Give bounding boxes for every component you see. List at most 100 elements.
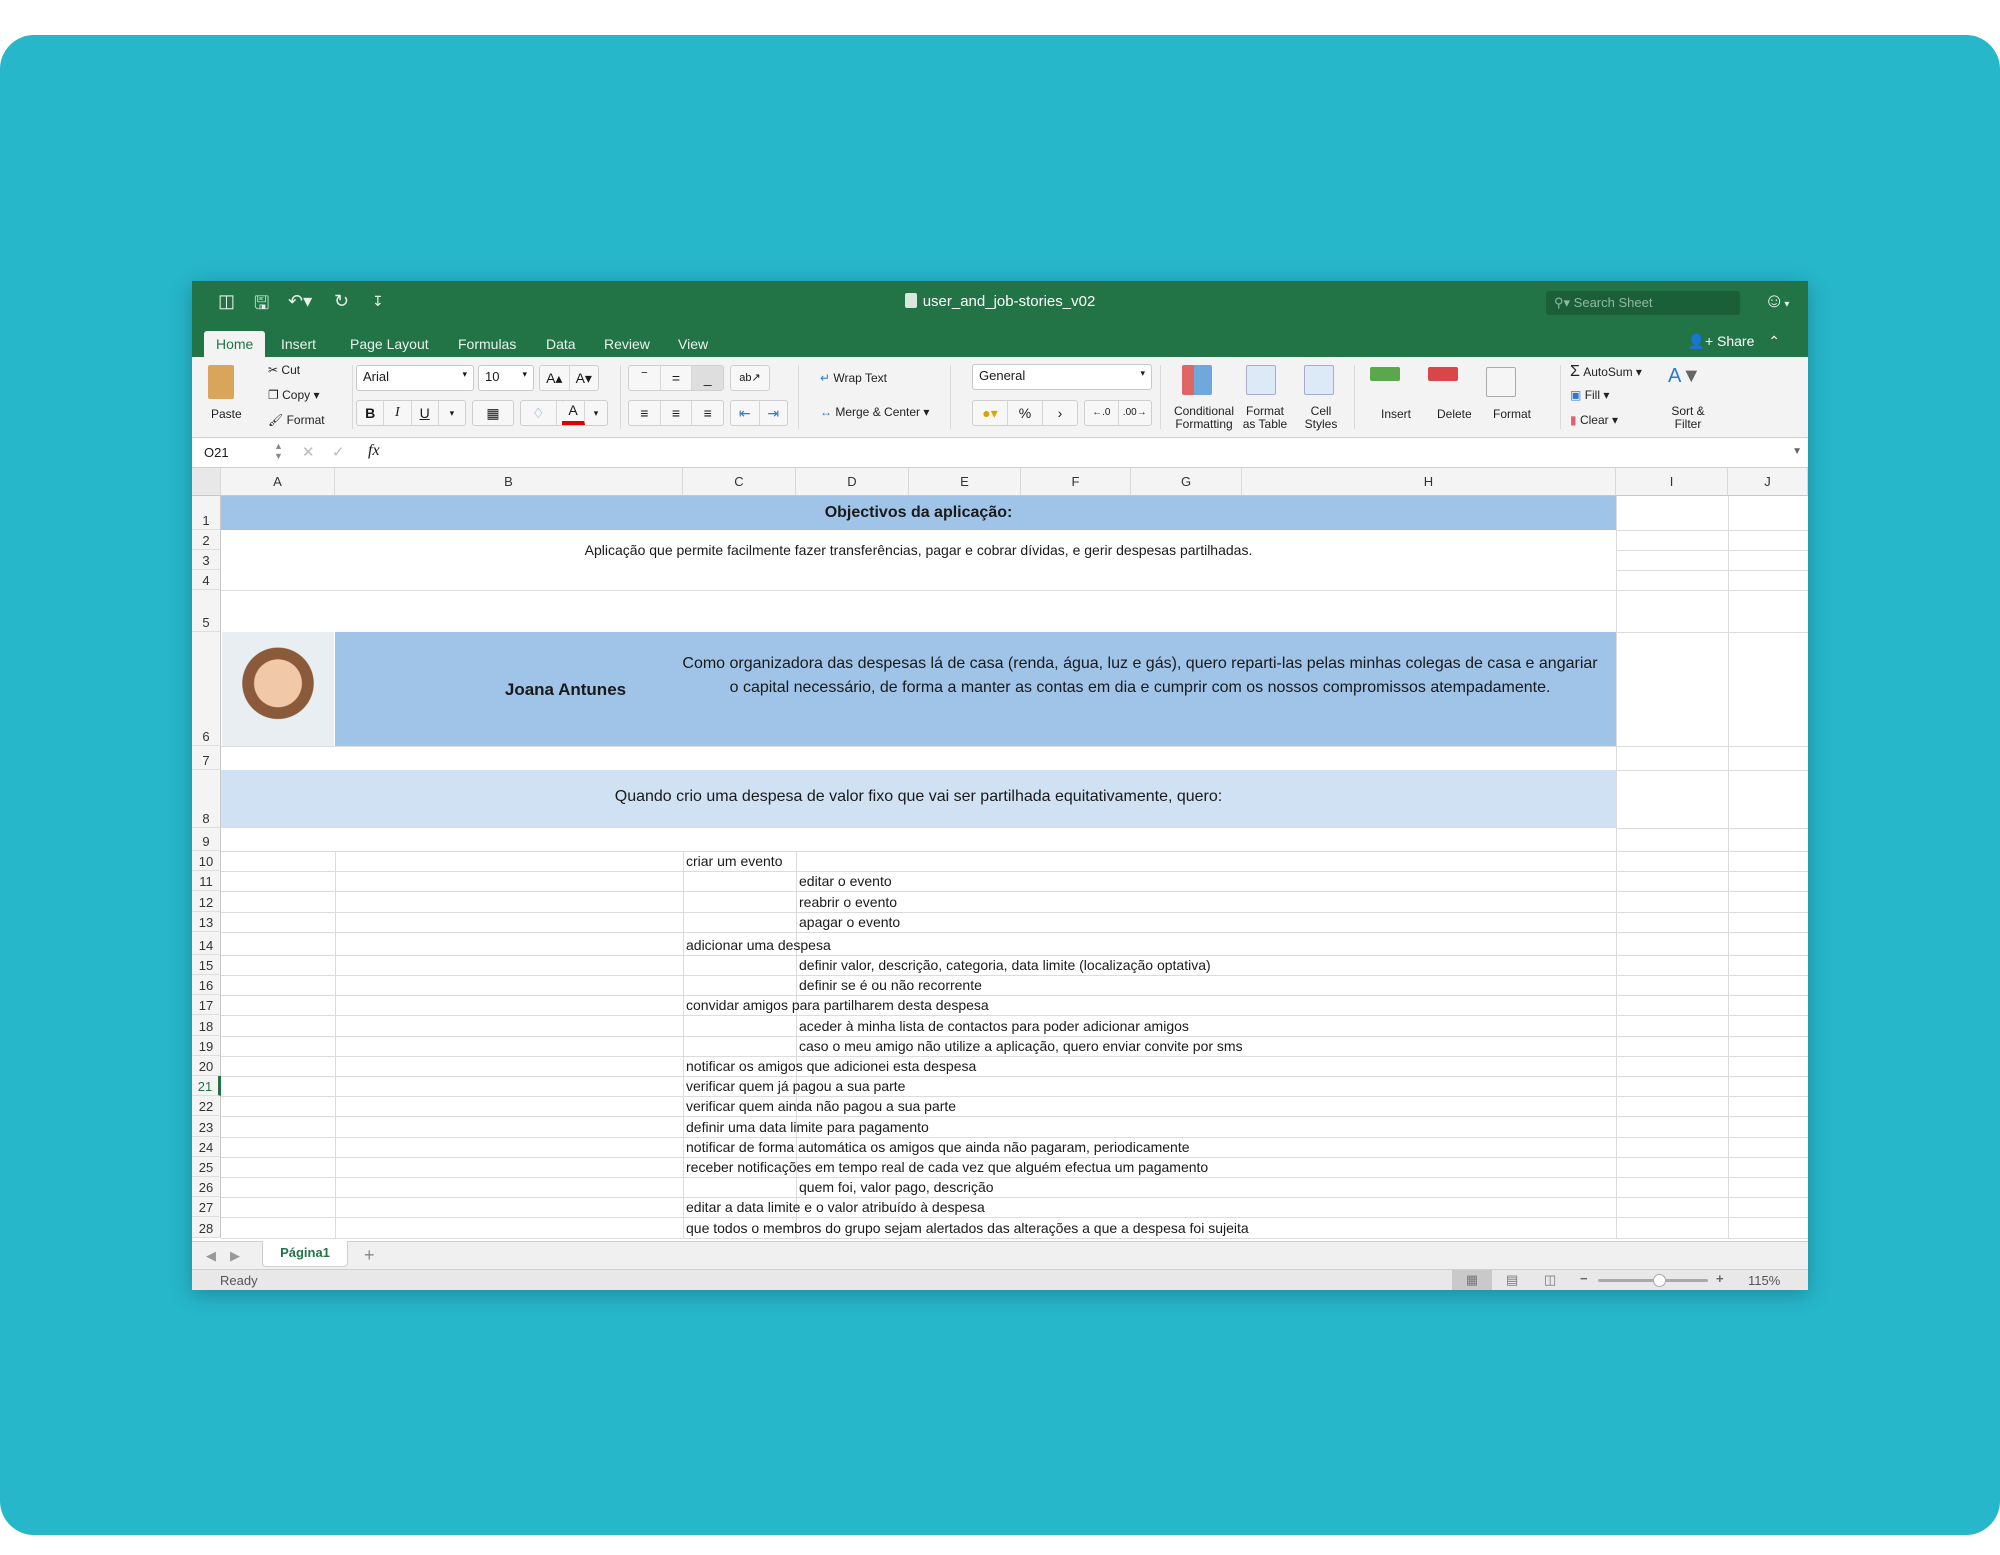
previous-sheet-icon[interactable]: ◀ bbox=[206, 1248, 216, 1264]
row-header-9[interactable]: 9 bbox=[192, 828, 221, 851]
spreadsheet-grid[interactable]: A B C D E F G H I J 1 2 3 4 5 6 7 8 9 10 11 12 13 14 15 16 17 18 19 2… bbox=[192, 468, 1808, 1241]
sheet-tab-pagina1[interactable]: Página1 bbox=[262, 1241, 348, 1267]
row-header-2[interactable]: 2 bbox=[192, 530, 221, 550]
zoom-slider[interactable] bbox=[1598, 1274, 1708, 1287]
zoom-in-button[interactable]: + bbox=[1716, 1271, 1724, 1286]
decrease-font-icon[interactable]: A▾ bbox=[570, 366, 599, 390]
row-header-17[interactable]: 17 bbox=[192, 995, 221, 1016]
font-color-button[interactable]: A ▾ bbox=[562, 400, 608, 426]
row-header-27[interactable]: 27 bbox=[192, 1197, 221, 1218]
column-header-g[interactable]: G bbox=[1131, 468, 1242, 496]
tab-formulas[interactable]: Formulas bbox=[446, 331, 528, 357]
row-header-25[interactable]: 25 bbox=[192, 1156, 221, 1177]
name-box-stepper-icon[interactable]: ▲ ▼ bbox=[274, 441, 283, 461]
feedback-smiley-icon[interactable]: ☺▾ bbox=[1764, 290, 1789, 313]
name-box[interactable]: O21 bbox=[204, 445, 229, 460]
bold-button[interactable]: B bbox=[357, 401, 385, 425]
add-sheet-button[interactable]: + bbox=[364, 1245, 375, 1266]
paste-icon[interactable] bbox=[208, 365, 234, 399]
percent-button[interactable]: % bbox=[1008, 401, 1043, 425]
tab-page-layout[interactable]: Page Layout bbox=[338, 331, 441, 357]
column-header-c[interactable]: C bbox=[683, 468, 796, 496]
row-header-4[interactable]: 4 bbox=[192, 570, 221, 590]
borders-button[interactable]: ▦ bbox=[472, 400, 514, 426]
fill-button[interactable]: ▣ Fill ▾ bbox=[1570, 388, 1609, 402]
tab-insert[interactable]: Insert bbox=[269, 331, 328, 357]
tab-home[interactable]: Home bbox=[204, 331, 266, 357]
column-header-f[interactable]: F bbox=[1021, 468, 1131, 496]
cell-styles-icon[interactable] bbox=[1304, 365, 1334, 395]
row-header-1[interactable]: 1 bbox=[192, 496, 221, 530]
row-header-6[interactable]: 6 bbox=[192, 632, 221, 746]
align-left-icon[interactable]: ≡ bbox=[629, 401, 661, 425]
increase-font-icon[interactable]: A▴ bbox=[540, 366, 570, 390]
format-cells-button[interactable]: Format bbox=[1493, 407, 1531, 421]
row-header-23[interactable]: 23 bbox=[192, 1116, 221, 1137]
align-center-icon[interactable]: ≡ bbox=[661, 401, 693, 425]
row-header-21[interactable]: 21 bbox=[192, 1076, 221, 1097]
currency-coins-icon[interactable]: ●▾ bbox=[973, 401, 1008, 425]
tab-data[interactable]: Data bbox=[534, 331, 588, 357]
zoom-slider-handle[interactable] bbox=[1652, 1274, 1666, 1287]
autosum-button[interactable]: Σ AutoSum ▾ bbox=[1570, 363, 1642, 381]
row-header-28[interactable]: 28 bbox=[192, 1217, 221, 1238]
conditional-formatting-icon[interactable] bbox=[1182, 365, 1212, 395]
row-header-13[interactable]: 13 bbox=[192, 911, 221, 932]
delete-cells-button[interactable]: Delete bbox=[1437, 407, 1472, 421]
column-header-j[interactable]: J bbox=[1728, 468, 1808, 496]
paste-button[interactable]: Paste bbox=[211, 407, 242, 421]
row-header-16[interactable]: 16 bbox=[192, 975, 221, 996]
tab-review[interactable]: Review bbox=[592, 331, 662, 357]
merge-center-button[interactable]: ↔ Merge & Center ▾ bbox=[820, 405, 929, 419]
row-header-19[interactable]: 19 bbox=[192, 1035, 221, 1056]
zoom-level[interactable]: 115% bbox=[1748, 1273, 1780, 1288]
row-header-26[interactable]: 26 bbox=[192, 1177, 221, 1198]
row-header-24[interactable]: 24 bbox=[192, 1136, 221, 1157]
number-format-select[interactable]: General ▾ bbox=[972, 364, 1152, 390]
comma-style-button[interactable]: › bbox=[1043, 401, 1077, 425]
increase-indent-icon[interactable]: ⇥ bbox=[760, 401, 788, 425]
decrease-decimal-icon[interactable]: .00→ bbox=[1119, 401, 1152, 425]
decrease-indent-icon[interactable]: ⇤ bbox=[731, 401, 760, 425]
row-header-14[interactable]: 14 bbox=[192, 931, 221, 955]
row-header-18[interactable]: 18 bbox=[192, 1015, 221, 1036]
column-header-d[interactable]: D bbox=[796, 468, 909, 496]
page-break-view-icon[interactable]: ◫ bbox=[1544, 1272, 1556, 1288]
delete-cells-icon[interactable] bbox=[1428, 367, 1458, 381]
share-button[interactable]: 👤+ Share ⌃ bbox=[1688, 333, 1780, 350]
sort-filter-button[interactable]: Sort & Filter bbox=[1668, 405, 1708, 431]
row-header-10[interactable]: 10 bbox=[192, 851, 221, 872]
select-all-corner[interactable] bbox=[192, 468, 221, 496]
align-middle-icon[interactable]: = bbox=[661, 366, 693, 390]
increase-decimal-icon[interactable]: ←.0 bbox=[1085, 401, 1119, 425]
page-layout-view-icon[interactable]: ▤ bbox=[1506, 1272, 1518, 1288]
tab-view[interactable]: View bbox=[666, 331, 720, 357]
column-header-a[interactable]: A bbox=[221, 468, 335, 496]
format-painter-button[interactable]: 🖌 Format bbox=[268, 413, 325, 427]
copy-button[interactable]: ❐ Copy ▾ bbox=[268, 388, 319, 402]
sort-filter-icon[interactable]: A▼ bbox=[1668, 365, 1701, 388]
insert-cells-button[interactable]: Insert bbox=[1381, 407, 1411, 421]
font-size-select[interactable]: 10 ▾ bbox=[478, 365, 534, 391]
row-header-3[interactable]: 3 bbox=[192, 550, 221, 570]
align-top-icon[interactable]: ‾ bbox=[629, 366, 661, 390]
collapse-ribbon-icon[interactable]: ⌃ bbox=[1768, 333, 1780, 349]
row-header-8[interactable]: 8 bbox=[192, 770, 221, 828]
normal-view-icon[interactable]: ▦ bbox=[1452, 1270, 1492, 1290]
zoom-out-button[interactable]: − bbox=[1580, 1271, 1588, 1286]
format-as-table-button[interactable]: Format as Table bbox=[1242, 405, 1288, 431]
italic-button[interactable]: I bbox=[384, 401, 412, 425]
row-header-11[interactable]: 11 bbox=[192, 871, 221, 892]
column-header-i[interactable]: I bbox=[1616, 468, 1728, 496]
column-header-h[interactable]: H bbox=[1242, 468, 1616, 496]
align-right-icon[interactable]: ≡ bbox=[692, 401, 723, 425]
format-as-table-icon[interactable] bbox=[1246, 365, 1276, 395]
row-header-22[interactable]: 22 bbox=[192, 1096, 221, 1117]
cell-styles-button[interactable]: Cell Styles bbox=[1304, 405, 1338, 431]
underline-button[interactable]: U bbox=[412, 401, 439, 425]
align-bottom-icon[interactable]: _ bbox=[692, 366, 724, 390]
conditional-formatting-button[interactable]: Conditional Formatting bbox=[1172, 405, 1236, 431]
expand-formula-bar-icon[interactable]: ▼ bbox=[1792, 446, 1802, 457]
row-header-12[interactable]: 12 bbox=[192, 891, 221, 912]
column-header-b[interactable]: B bbox=[335, 468, 683, 496]
